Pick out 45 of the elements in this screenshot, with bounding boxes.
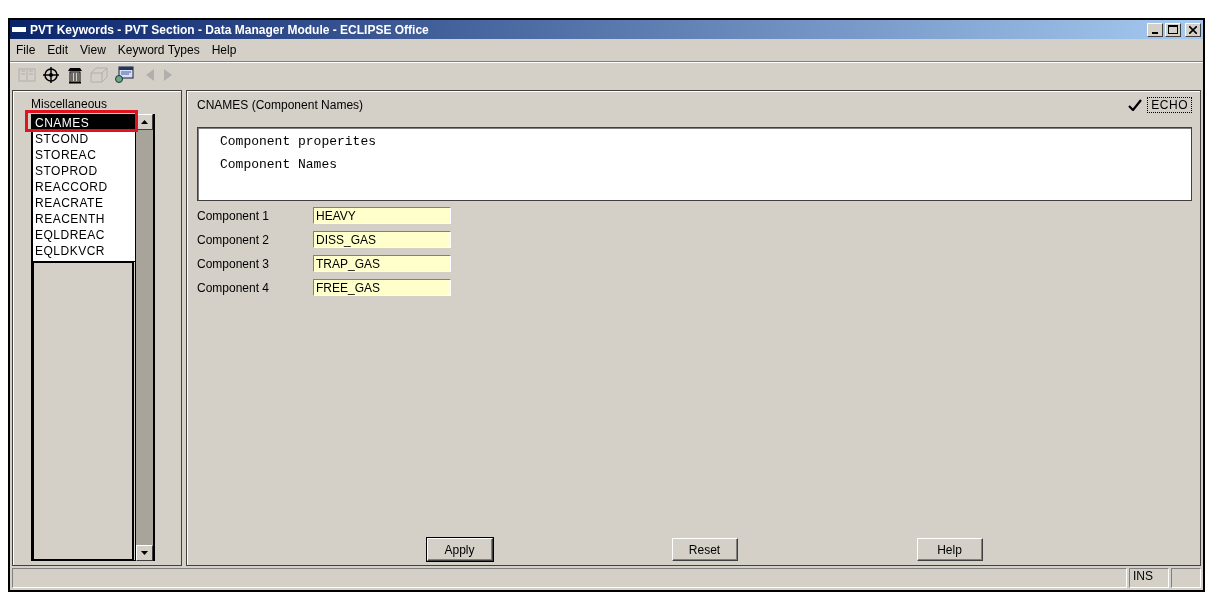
description-line: Component properites [220, 134, 378, 149]
list-item[interactable]: EQLDREAC [33, 227, 135, 243]
maximize-icon [1168, 25, 1178, 34]
list-heading: Miscellaneous [31, 97, 109, 111]
app-icon [12, 27, 26, 32]
scroll-down-icon[interactable] [141, 551, 148, 555]
window-icon[interactable] [114, 66, 134, 84]
bin-icon[interactable] [66, 66, 84, 84]
reset-button[interactable]: Reset [671, 538, 738, 561]
field-label: Component 1 [197, 208, 271, 223]
minimize-icon [1152, 31, 1158, 34]
list-item[interactable]: REACRATE [33, 195, 135, 211]
status-pane [1171, 568, 1201, 588]
crosshair-icon[interactable] [42, 66, 60, 84]
maximize-button[interactable] [1165, 22, 1181, 37]
close-icon [1189, 25, 1197, 34]
scrollbar[interactable] [136, 114, 155, 561]
list-item[interactable]: STOPROD [33, 163, 135, 179]
list-item[interactable]: EQLDKVCR [33, 243, 135, 259]
list-item[interactable]: STCOND [33, 131, 135, 147]
list-item[interactable]: STOREAC [33, 147, 135, 163]
menu-item[interactable]: Keyword Types [113, 43, 204, 57]
component-field[interactable]: HEAVY [313, 207, 451, 224]
field-label: Component 3 [197, 256, 271, 271]
help-button[interactable]: Help [916, 538, 983, 561]
list-item[interactable]: REACENTH [33, 211, 135, 227]
panel-title: CNAMES (Component Names) [197, 98, 364, 112]
minimize-button[interactable] [1147, 22, 1163, 37]
field-label: Component 4 [197, 280, 271, 295]
menu-item[interactable]: File [12, 43, 40, 57]
insert-mode-indicator: INS [1129, 568, 1169, 588]
list-item[interactable]: REACCORD [33, 179, 135, 195]
field-label: Component 2 [197, 232, 271, 247]
description-line: Component Names [220, 157, 339, 172]
menu-item[interactable]: Help [207, 43, 241, 57]
scroll-up-icon[interactable] [141, 120, 148, 124]
window-title: PVT Keywords - PVT Section - Data Manager Module - ECLIPSE Office [30, 22, 429, 37]
close-button[interactable] [1185, 22, 1201, 37]
echo-label[interactable]: ECHO [1147, 97, 1192, 113]
menu-item[interactable]: View [76, 43, 110, 57]
apply-button[interactable]: Apply [426, 538, 493, 561]
component-field[interactable]: FREE_GAS [313, 279, 451, 296]
component-field[interactable]: DISS_GAS [313, 231, 451, 248]
component-field[interactable]: TRAP_GAS [313, 255, 451, 272]
menu-item[interactable]: Edit [43, 43, 73, 57]
